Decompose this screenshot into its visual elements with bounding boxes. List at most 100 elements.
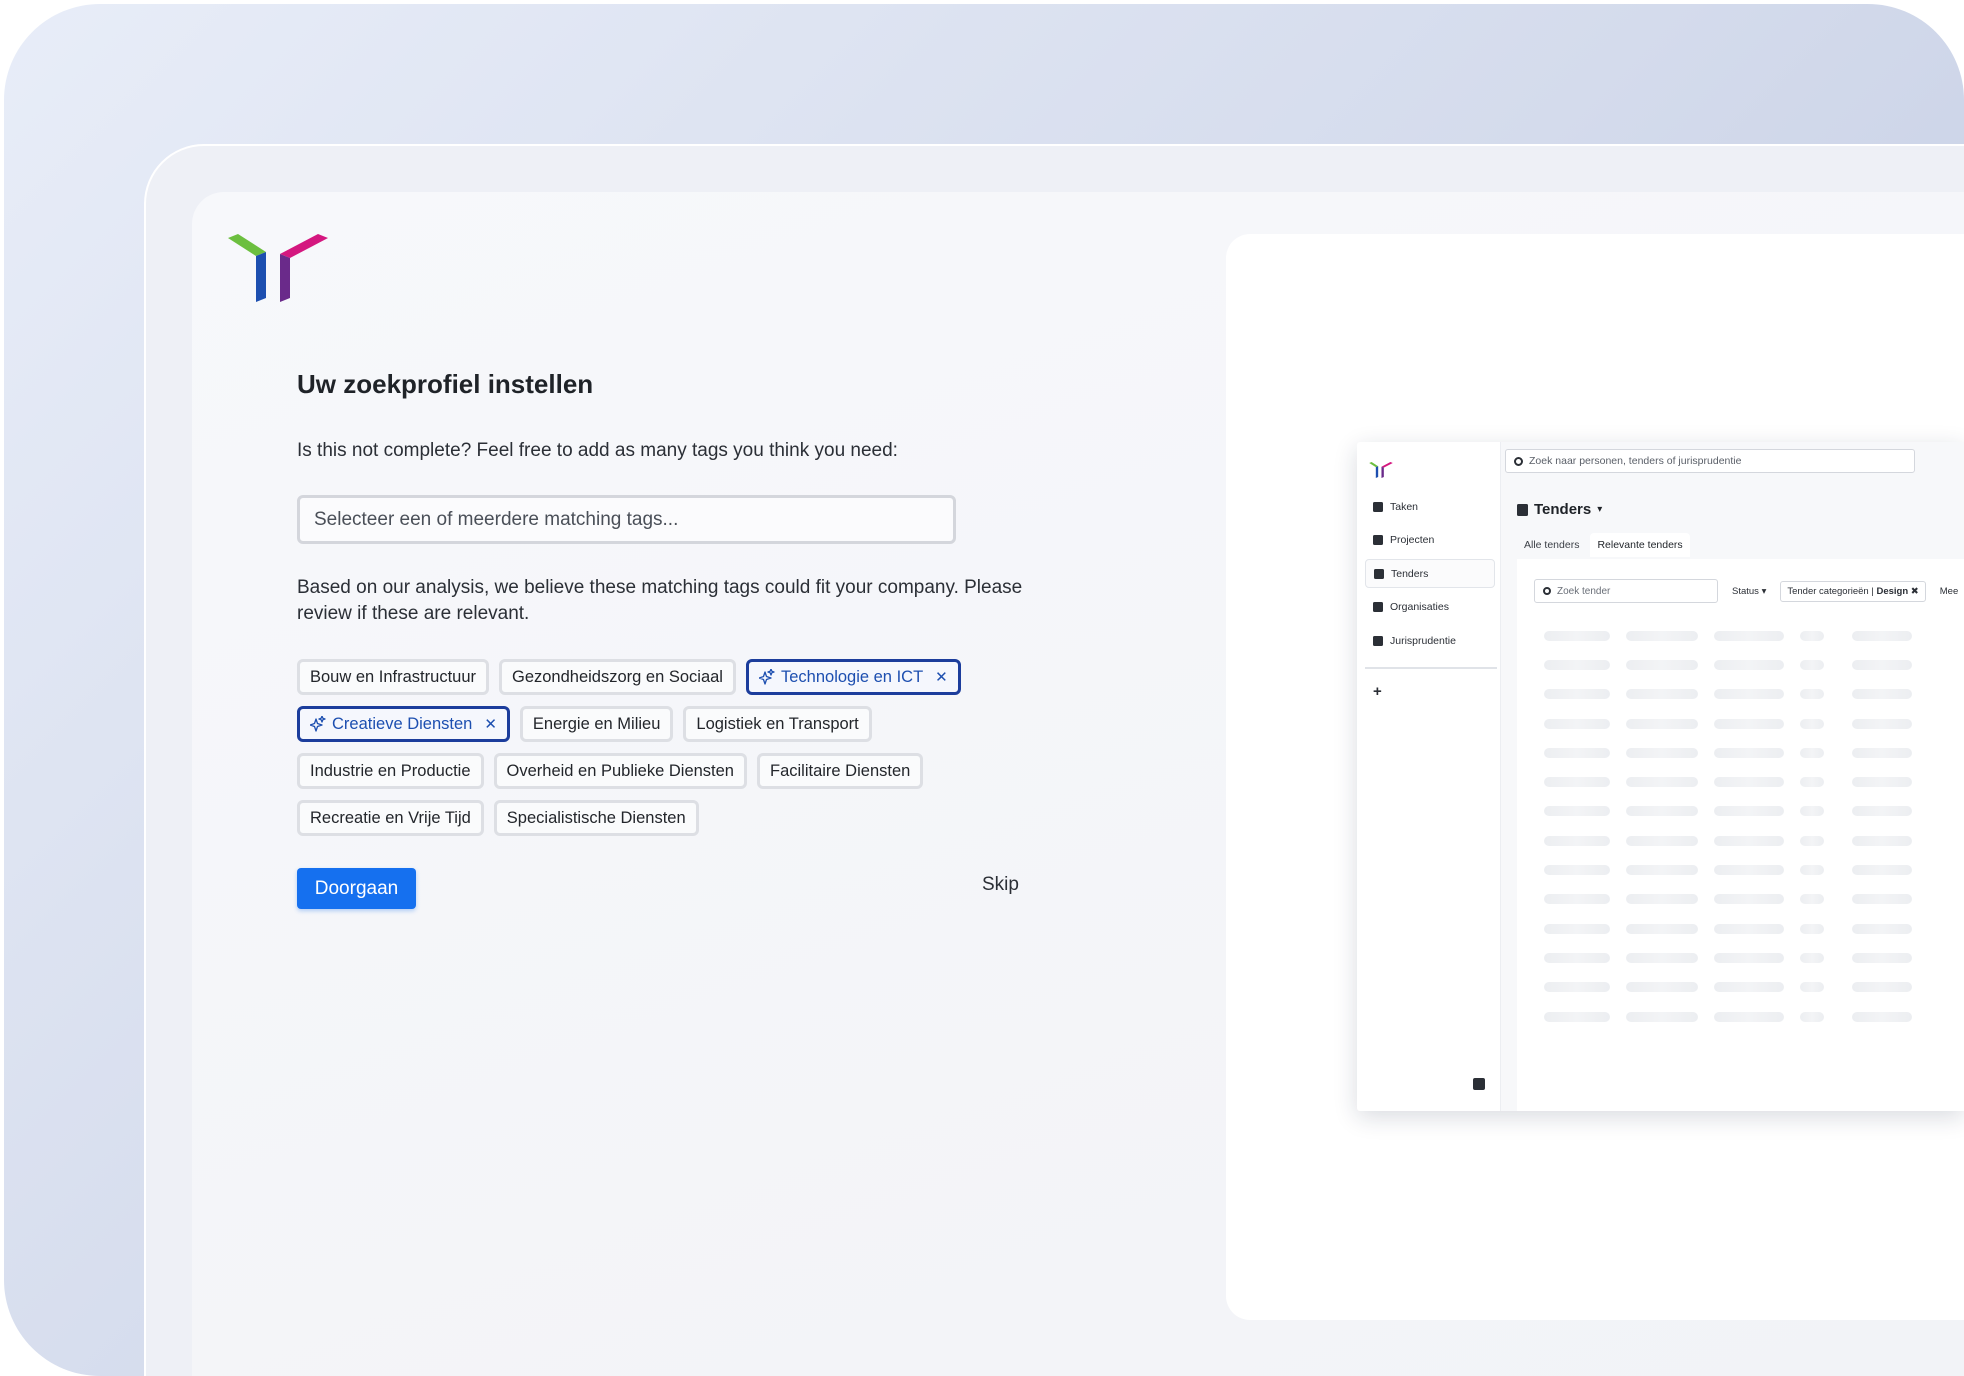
status-filter-label: Status <box>1732 585 1759 597</box>
add-icon[interactable]: + <box>1373 683 1382 700</box>
skeleton-bar <box>1852 923 1912 934</box>
tag-label: Recreatie en Vrije Tijd <box>310 808 471 827</box>
tag-chip[interactable]: Specialistische Diensten <box>493 800 699 836</box>
tag-label: Overheid en Publieke Diensten <box>506 761 734 780</box>
tag-label: Creatieve Diensten <box>332 714 473 733</box>
chevron-down-icon: ▾ <box>1761 585 1767 597</box>
skeleton-bar <box>1800 689 1824 700</box>
skeleton-bar <box>1544 952 1610 963</box>
tag-label: Technologie en ICT <box>780 667 924 686</box>
skeleton-bar <box>1852 630 1912 641</box>
skeleton-bar <box>1626 835 1698 846</box>
category-chip-value: Design <box>1876 585 1909 597</box>
skeleton-row <box>1544 621 1912 650</box>
search-icon <box>1543 587 1551 595</box>
analysis-text: Based on our analysis, we believe these … <box>297 577 1023 624</box>
preview-tab[interactable]: Relevante tenders <box>1590 533 1690 557</box>
skeleton-bar <box>1714 747 1784 758</box>
skip-button[interactable]: Skip <box>982 874 1019 896</box>
tag-label: Logistiek en Transport <box>696 714 859 733</box>
skeleton-bar <box>1800 894 1824 905</box>
skeleton-bar <box>1800 630 1824 641</box>
skeleton-bar <box>1714 835 1784 846</box>
jurisprudentie-icon <box>1373 635 1383 646</box>
preview-status-filter[interactable]: Status ▾ <box>1732 586 1766 597</box>
skeleton-bar <box>1800 659 1824 670</box>
tag-chip[interactable]: Overheid en Publieke Diensten <box>493 753 747 789</box>
tag-list: Bouw en Infrastructuur Gezondheidszorg en… <box>297 659 997 836</box>
skeleton-row <box>1544 680 1912 709</box>
preview-nav-item-jurisprudentie[interactable]: Jurisprudentie <box>1365 626 1495 655</box>
skeleton-bar <box>1852 1011 1912 1022</box>
skeleton-row <box>1544 1002 1912 1031</box>
sparkle-icon <box>758 669 775 685</box>
skeleton-row <box>1544 973 1912 1002</box>
skeleton-row <box>1544 738 1912 767</box>
skeleton-bar <box>1544 630 1610 641</box>
tag-chip[interactable]: Industrie en Productie <box>297 753 484 789</box>
skeleton-bar <box>1544 806 1610 817</box>
skeleton-bar <box>1714 1011 1784 1022</box>
preview-nav-item-tenders[interactable]: Tenders <box>1365 559 1495 589</box>
preview-nav-item-organisaties[interactable]: Organisaties <box>1365 593 1495 622</box>
skeleton-bar <box>1852 718 1912 729</box>
tag-chip[interactable]: Facilitaire Diensten <box>757 753 924 789</box>
skeleton-bar <box>1714 806 1784 817</box>
tag-chip[interactable]: Energie en Milieu <box>519 706 674 742</box>
preview-global-search[interactable]: Zoek naar personen, tenders of jurisprud… <box>1505 449 1915 473</box>
tenders-icon <box>1517 503 1528 516</box>
skeleton-bar <box>1544 865 1610 876</box>
skeleton-row <box>1544 855 1912 884</box>
tag-chip[interactable]: Creatieve Diensten ✕ <box>297 706 510 742</box>
tag-chip[interactable]: Bouw en Infrastructuur <box>297 659 489 695</box>
continue-button[interactable]: Doorgaan <box>297 868 416 909</box>
skeleton-bar <box>1714 952 1784 963</box>
skeleton-bar <box>1626 630 1698 641</box>
skeleton-row <box>1544 914 1912 943</box>
tenders-icon <box>1374 568 1384 579</box>
skeleton-bar <box>1800 718 1824 729</box>
preview-tender-search[interactable]: Zoek tender <box>1534 579 1718 603</box>
tag-chip[interactable]: Technologie en ICT ✕ <box>745 659 961 695</box>
preview-tab[interactable]: Alle tenders <box>1517 533 1586 557</box>
skeleton-bar <box>1626 923 1698 934</box>
skeleton-bar <box>1714 923 1784 934</box>
skeleton-bar <box>1626 689 1698 700</box>
tag-label: Bouw en Infrastructuur <box>310 667 476 686</box>
skeleton-bar <box>1626 865 1698 876</box>
tag-chip[interactable]: Gezondheidszorg en Sociaal <box>499 659 736 695</box>
preview-page-heading[interactable]: Tenders ▾ <box>1517 501 1602 518</box>
category-chip-label: Tender categorieën <box>1787 585 1869 597</box>
skeleton-bar <box>1852 747 1912 758</box>
skeleton-row <box>1544 826 1912 855</box>
skeleton-bar <box>1544 747 1610 758</box>
skeleton-row <box>1544 650 1912 679</box>
close-icon[interactable]: ✖ <box>1911 586 1919 597</box>
tag-search-input[interactable] <box>297 495 956 544</box>
preview-nav-item-taken[interactable]: Taken <box>1365 492 1495 521</box>
preview-more-filter[interactable]: Mee <box>1940 586 1958 597</box>
tag-chip[interactable]: Logistiek en Transport <box>683 706 872 742</box>
preview-category-chip[interactable]: Tender categorieën | Design ✖ <box>1780 580 1926 602</box>
skeleton-bar <box>1800 806 1824 817</box>
skeleton-bar <box>1544 982 1610 993</box>
close-icon[interactable]: ✕ <box>935 670 948 685</box>
apps-grid-icon[interactable] <box>1473 1078 1485 1090</box>
skeleton-bar <box>1626 718 1698 729</box>
tag-label: Industrie en Productie <box>310 761 471 780</box>
app-preview-window: Taken Projecten Tenders Organisaties Jurispr… <box>1357 442 1964 1111</box>
skeleton-bar <box>1544 718 1610 729</box>
skeleton-bar <box>1714 689 1784 700</box>
skeleton-bar <box>1626 747 1698 758</box>
search-icon <box>1514 456 1523 466</box>
skeleton-bar <box>1714 718 1784 729</box>
skeleton-row <box>1544 885 1912 914</box>
skeleton-bar <box>1852 777 1912 788</box>
skeleton-bar <box>1852 689 1912 700</box>
preview-nav-item-projecten[interactable]: Projecten <box>1365 526 1495 555</box>
tag-chip[interactable]: Recreatie en Vrije Tijd <box>297 800 484 836</box>
skeleton-bar <box>1852 952 1912 963</box>
skeleton-row <box>1544 943 1912 972</box>
skeleton-bar <box>1544 689 1610 700</box>
close-icon[interactable]: ✕ <box>484 717 497 732</box>
